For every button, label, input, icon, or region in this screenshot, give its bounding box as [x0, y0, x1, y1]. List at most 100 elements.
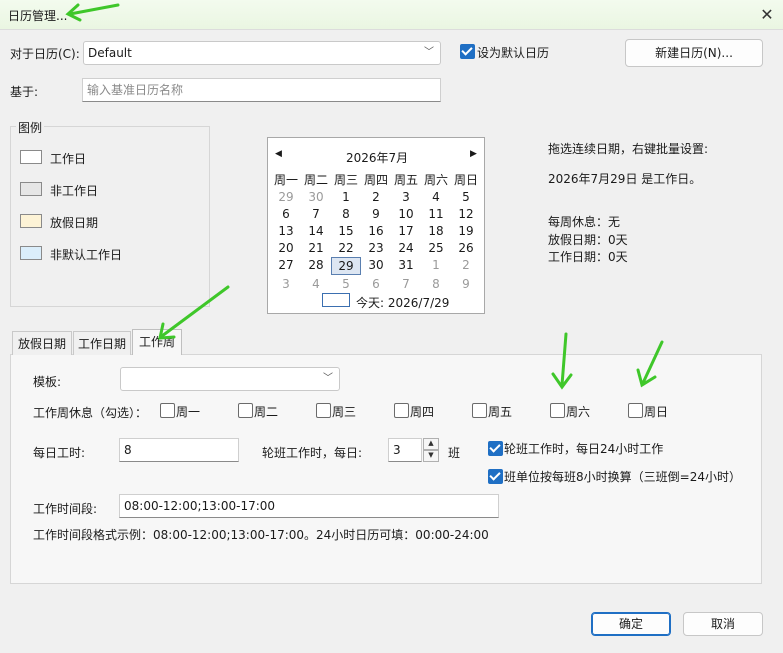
cancel-button[interactable]: 取消: [683, 612, 763, 636]
weekday-header: 周一: [273, 173, 298, 187]
legend-swatch-holiday: [20, 214, 42, 228]
calendar-day[interactable]: 18: [421, 223, 451, 239]
calendar-day[interactable]: 16: [361, 223, 391, 239]
rest-checkbox-thu[interactable]: [394, 403, 409, 418]
base-calendar-input[interactable]: 输入基准日历名称: [82, 78, 441, 102]
periods-input[interactable]: 08:00-12:00;13:00-17:00: [119, 494, 499, 518]
daily-hours-label: 每日工时:: [33, 446, 86, 460]
tab-holidays[interactable]: 放假日期: [12, 331, 72, 355]
rest-checkbox-tue[interactable]: [238, 403, 253, 418]
daily-hours-input[interactable]: 8: [119, 438, 239, 462]
calendar-day[interactable]: 26: [451, 240, 481, 256]
weekday-header: 周六: [423, 173, 448, 187]
rest-day-label: 周六: [566, 405, 591, 419]
rest-day-label: 周四: [410, 405, 435, 419]
calendar-day[interactable]: 20: [271, 240, 301, 256]
calendar-day[interactable]: 10: [391, 206, 421, 222]
shift24-checkbox[interactable]: [488, 441, 503, 456]
legend-swatch-nondefault: [20, 246, 42, 260]
rest-checkbox-mon[interactable]: [160, 403, 175, 418]
weekly-rest-info: 每周休息：无: [548, 215, 621, 229]
template-select[interactable]: ﹀: [120, 367, 340, 391]
calendar-day[interactable]: 9: [361, 206, 391, 222]
shift-count-input[interactable]: 3: [388, 438, 422, 462]
calendar-day[interactable]: 12: [451, 206, 481, 222]
calendar-day[interactable]: 22: [331, 240, 361, 256]
calendar-day[interactable]: 27: [271, 257, 301, 273]
rest-checkbox-sat[interactable]: [550, 403, 565, 418]
legend-label: 非默认工作日: [50, 248, 123, 262]
calendar-day[interactable]: 8: [421, 276, 451, 292]
weekday-header: 周二: [303, 173, 328, 187]
base-label: 基于:: [10, 85, 39, 99]
calendar-day[interactable]: 1: [331, 189, 361, 205]
chevron-down-icon: ﹀: [323, 373, 333, 384]
calendar-day[interactable]: 13: [271, 223, 301, 239]
spin-up-icon[interactable]: ▲: [423, 438, 439, 450]
calendar-day[interactable]: 8: [331, 206, 361, 222]
ok-button[interactable]: 确定: [591, 612, 671, 636]
legend-swatch-workday: [20, 150, 42, 164]
calendar-day[interactable]: 11: [421, 206, 451, 222]
chevron-left-icon[interactable]: ◀: [275, 149, 282, 159]
calendar-day[interactable]: 25: [421, 240, 451, 256]
calendar-day[interactable]: 6: [271, 206, 301, 222]
rest-checkbox-sun[interactable]: [628, 403, 643, 418]
periods-format-hint: 工作时间段格式示例：08:00-12:00;13:00-17:00。24小时日历…: [33, 528, 489, 542]
calendar-day[interactable]: 15: [331, 223, 361, 239]
calendar-day[interactable]: 17: [391, 223, 421, 239]
calendar-day[interactable]: 3: [391, 189, 421, 205]
window-title: 日历管理...: [8, 9, 68, 23]
today-label[interactable]: 今天: 2026/7/29: [356, 294, 449, 311]
legend-title: 图例: [16, 119, 45, 136]
legend-swatch-nonworkday: [20, 182, 42, 196]
calendar-day[interactable]: 29: [331, 257, 361, 275]
calendar-day[interactable]: 4: [301, 276, 331, 292]
new-calendar-button[interactable]: 新建日历(N)...: [625, 39, 763, 67]
calendar-day[interactable]: 6: [361, 276, 391, 292]
rest-checkbox-wed[interactable]: [316, 403, 331, 418]
chevron-right-icon[interactable]: ▶: [470, 149, 477, 159]
calendar-day[interactable]: 7: [301, 206, 331, 222]
tab-workweek[interactable]: 工作周: [132, 329, 182, 355]
rest-checkbox-fri[interactable]: [472, 403, 487, 418]
calendar-day[interactable]: 5: [451, 189, 481, 205]
calendar-select[interactable]: Default ﹀: [83, 41, 441, 65]
close-icon[interactable]: ✕: [756, 4, 778, 26]
hint-text: 拖选连续日期，右键批量设置:: [548, 142, 709, 156]
default-checkbox[interactable]: [460, 44, 475, 62]
weekday-header: 周五: [393, 173, 418, 187]
workdays-info: 工作日期：0天: [548, 250, 628, 264]
calendar-day[interactable]: 9: [451, 276, 481, 292]
calendar-day[interactable]: 14: [301, 223, 331, 239]
calendar-day[interactable]: 4: [421, 189, 451, 205]
calendar-day[interactable]: 7: [391, 276, 421, 292]
calendar-day[interactable]: 23: [361, 240, 391, 256]
calendar-day[interactable]: 3: [271, 276, 301, 292]
shift-calc-label: 班单位按每班8小时换算（三班倒=24小时）: [504, 470, 741, 484]
calendar-day[interactable]: 21: [301, 240, 331, 256]
calendar-month-title[interactable]: 2026年7月: [346, 149, 408, 166]
calendar-day[interactable]: 30: [301, 189, 331, 205]
calendar-day[interactable]: 29: [271, 189, 301, 205]
calendar-day[interactable]: 31: [391, 257, 421, 273]
calendar-day[interactable]: 2: [361, 189, 391, 205]
calendar-day[interactable]: 1: [421, 257, 451, 273]
rest-day-label: 周五: [488, 405, 513, 419]
spin-down-icon[interactable]: ▼: [423, 450, 439, 462]
calendar-grid: 周一 周二 周三 周四 周五 周六 周日 29 30 1 2 3 4 5 6 7 8 9 10 11 12 13 14 15 1…: [271, 172, 481, 292]
calendar-day[interactable]: 5: [331, 276, 361, 292]
tab-workdays[interactable]: 工作日期: [73, 331, 131, 355]
title-bar: [0, 0, 783, 30]
calendar-day[interactable]: 19: [451, 223, 481, 239]
calendar-day[interactable]: 28: [301, 257, 331, 273]
default-checkbox-box[interactable]: [460, 44, 475, 59]
periods-label: 工作时间段:: [33, 502, 98, 516]
calendar-day[interactable]: 30: [361, 257, 391, 273]
legend-label: 非工作日: [50, 184, 99, 198]
shift-calc-checkbox[interactable]: [488, 469, 503, 484]
calendar-day[interactable]: 24: [391, 240, 421, 256]
calendar-day[interactable]: 2: [451, 257, 481, 273]
chevron-down-icon: ﹀: [424, 47, 434, 58]
weekday-header: 周三: [333, 173, 358, 187]
